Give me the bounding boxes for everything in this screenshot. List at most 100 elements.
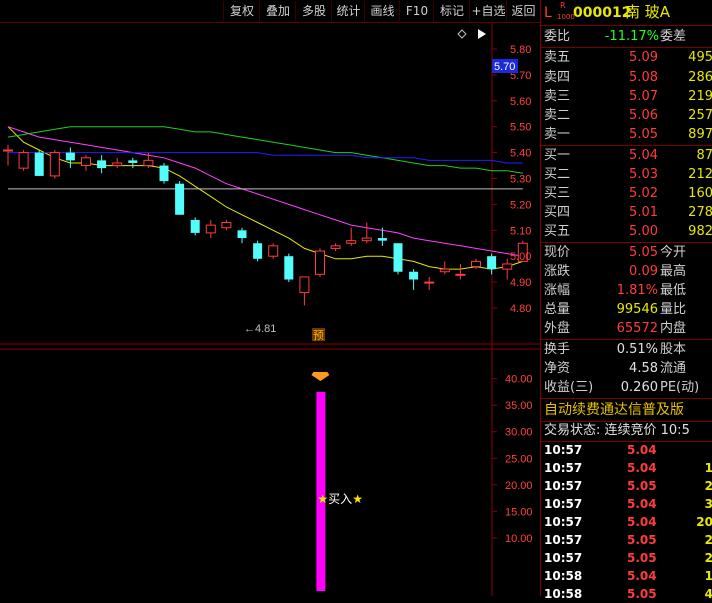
bid-row[interactable]: 买四 5.01 278 xyxy=(541,203,712,223)
tick-time: 10:57 xyxy=(544,461,583,475)
ask-volume: 219 xyxy=(688,89,712,104)
restore-rights-button[interactable]: 复权 xyxy=(223,1,260,21)
bid-label: 买五 xyxy=(544,224,571,239)
collapse-arrow-icon[interactable] xyxy=(478,29,486,39)
tick-price: 5.05 xyxy=(627,587,657,601)
tick-volume: 20 xyxy=(696,515,712,529)
tick-row: 10:57 5.05 2 xyxy=(541,549,712,567)
ask-row[interactable]: 卖四 5.08 286 xyxy=(541,68,712,88)
tick-price: 5.04 xyxy=(627,515,657,529)
buy-signal-label: ★买入★ xyxy=(317,492,363,506)
price-tick-label: 5.00 xyxy=(510,251,531,263)
l2-marker: L xyxy=(544,5,552,21)
ask-row[interactable]: 卖三 5.07 219 xyxy=(541,87,712,107)
stat-label: 外盘 xyxy=(544,321,571,336)
tick-row: 10:57 5.05 2 xyxy=(541,531,712,549)
low-price-label: ←4.81 xyxy=(244,323,276,335)
candlesticks xyxy=(3,144,528,306)
current-price-tag: 5.70 xyxy=(494,61,515,73)
ask-row[interactable]: 卖五 5.09 495 xyxy=(541,48,712,68)
mark-button[interactable]: 标记 xyxy=(433,1,470,21)
candle-body xyxy=(97,160,107,169)
ma20-line xyxy=(7,126,523,257)
ratio-label: 委比 xyxy=(544,29,571,44)
bid-row[interactable]: 买五 5.00 982 xyxy=(541,222,712,242)
tick-time: 10:58 xyxy=(544,587,583,601)
f10-button[interactable]: F10 xyxy=(399,1,434,21)
indicator-tick-label: 10.00 xyxy=(505,533,533,545)
candle-body xyxy=(393,243,403,272)
stock-name: 南 玻A xyxy=(625,3,671,21)
price-tick-label: 4.90 xyxy=(510,277,531,289)
ask-volume: 897 xyxy=(688,127,712,142)
candle-body xyxy=(175,183,185,215)
candle-body xyxy=(409,271,419,280)
draw-line-button[interactable]: 画线 xyxy=(364,1,400,21)
tick-volume: 4 xyxy=(704,587,712,601)
tick-price: 5.04 xyxy=(627,443,657,457)
candle-body xyxy=(18,152,29,169)
ask-row[interactable]: 卖二 5.06 257 xyxy=(541,106,712,126)
candle-body xyxy=(205,224,216,234)
diamond-icon[interactable] xyxy=(457,29,467,39)
moving-average-lines xyxy=(7,126,523,270)
multi-stock-button[interactable]: 多股 xyxy=(295,1,332,21)
ask-row[interactable]: 卖一 5.05 897 xyxy=(541,125,712,145)
tick-row: 10:57 5.04 1 xyxy=(541,459,712,477)
ask-label: 卖二 xyxy=(544,108,571,123)
indicator-tick-label: 35.00 xyxy=(505,400,533,412)
tick-time: 10:57 xyxy=(544,443,583,457)
price-tick-label: 5.10 xyxy=(510,225,531,237)
stat-row-change: 涨跌 0.09 最高 xyxy=(541,262,712,282)
ask-price: 5.05 xyxy=(629,127,658,142)
ask-price: 5.08 xyxy=(629,70,658,85)
subscription-banner[interactable]: 自动续费通达信普及版 xyxy=(541,400,712,421)
kline-chart-area[interactable]: 5.80 5.70 5.60 5.50 5.40 5.30 5.20 5.10 5.00 4.90… xyxy=(0,23,540,596)
gem-icon xyxy=(311,372,330,381)
price-tick-label: 5.60 xyxy=(510,96,531,108)
trading-status: 交易状态: 连续竞价 10:5 xyxy=(541,421,712,441)
fund-label2: 流通 xyxy=(660,361,687,376)
bid-label: 买四 xyxy=(544,205,571,220)
tick-price: 5.05 xyxy=(627,479,657,493)
back-button[interactable]: 返回 xyxy=(506,1,540,21)
stat-value: 65572 xyxy=(616,321,658,336)
bid-row[interactable]: 买三 5.02 160 xyxy=(541,184,712,204)
price-axis: 5.805.705.605.505.405.305.205.105.004.90… xyxy=(510,44,531,315)
indicator-tick-label: 25.00 xyxy=(505,453,533,465)
bid-volume: 160 xyxy=(688,186,712,201)
preview-badge: 预 xyxy=(313,329,324,342)
tick-row: 10:57 5.04 3 xyxy=(541,495,712,513)
tick-row: 10:57 5.04 20 xyxy=(541,513,712,531)
bid-row[interactable]: 买一 5.04 87 xyxy=(541,146,712,166)
price-tick-label: 5.80 xyxy=(510,44,531,56)
candle-body xyxy=(3,149,13,152)
ratio-value: -11.17% xyxy=(604,29,659,44)
stat-row-change-pct: 涨幅 1.81% 最低 xyxy=(541,281,712,301)
fund-row-turnover: 换手 0.51% 股本 xyxy=(541,340,712,360)
stat-label2: 内盘 xyxy=(660,321,687,336)
stat-label: 涨幅 xyxy=(544,283,571,298)
bid-price: 5.04 xyxy=(629,148,658,163)
kline-chart-svg[interactable]: 5.80 5.70 5.60 5.50 5.40 5.30 5.20 5.10 5.00 4.90… xyxy=(0,23,540,596)
ask-volume: 286 xyxy=(688,70,712,85)
add-watchlist-button[interactable]: +自选 xyxy=(469,1,507,21)
tick-volume: 1 xyxy=(704,461,712,475)
fund-label2: 股本 xyxy=(660,342,687,357)
candle-body xyxy=(81,157,91,167)
stat-label2: 量比 xyxy=(660,302,687,317)
candle-body xyxy=(346,240,357,244)
candle-body xyxy=(424,281,435,284)
candle-body xyxy=(439,268,450,273)
indicator-tick-label: 20.00 xyxy=(505,480,533,492)
overlay-button[interactable]: 叠加 xyxy=(259,1,296,21)
tick-price: 5.05 xyxy=(627,551,657,565)
statistics-button[interactable]: 统计 xyxy=(331,1,365,21)
bid-volume: 87 xyxy=(696,148,712,163)
fund-label: 净资 xyxy=(544,361,571,376)
bid-row[interactable]: 买二 5.03 212 xyxy=(541,165,712,185)
fund-label: 换手 xyxy=(544,342,571,357)
quote-panel: L R 1000 000012 南 玻A 委比 -11.17% 委差 卖五 5.0… xyxy=(540,0,712,601)
ask-label: 卖四 xyxy=(544,70,571,85)
banner-text: 自动续费通达信普及版 xyxy=(544,402,684,418)
